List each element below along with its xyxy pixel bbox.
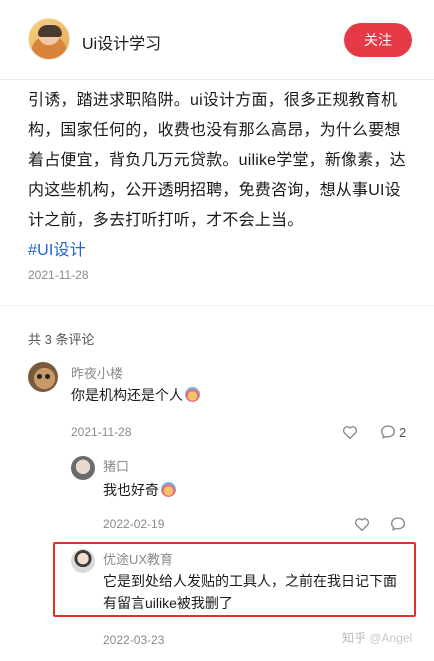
account-name[interactable]: Ui设计学习 — [82, 30, 161, 54]
comment-avatar[interactable] — [71, 549, 95, 573]
reply-count: 2 — [399, 425, 407, 440]
comment-text: 它是到处给人发贴的工具人，之前在我日记下面有留言uilike被我删了 — [103, 573, 397, 611]
hashtag-link[interactable]: #UI设计 — [28, 242, 86, 259]
post-text: 引诱，踏进求职陷阱。ui设计方面，很多正规教育机构，国家任何的，收费也没有那么高… — [28, 92, 406, 229]
comment-author[interactable]: 猪口 — [103, 456, 129, 475]
emoji-icon — [185, 387, 200, 402]
comment-icon[interactable] — [389, 515, 407, 533]
post-header: Ui设计学习 关注 — [0, 0, 434, 80]
watermark: 知乎 @Angel — [342, 629, 412, 646]
comment-author[interactable]: 昨夜小楼 — [71, 363, 123, 382]
comment-text-body: 你是机构还是个人 — [71, 387, 183, 403]
emoji-icon — [161, 482, 176, 497]
comment-date: 2021-11-28 — [71, 425, 132, 439]
heart-icon[interactable] — [341, 423, 359, 441]
comment-text: 你是机构还是个人 — [71, 384, 200, 406]
comment-text: 我也好奇 — [103, 479, 176, 501]
comment-avatar[interactable] — [71, 456, 95, 480]
comment-author[interactable]: 优途UX教育 — [103, 549, 173, 568]
watermark-site: 知乎 — [342, 631, 367, 645]
comment-avatar[interactable] — [28, 362, 58, 392]
comment-count: 共 3 条评论 — [28, 332, 95, 347]
follow-button[interactable]: 关注 — [344, 23, 412, 57]
post-date: 2021-11-28 — [28, 268, 89, 282]
comment-icon[interactable] — [379, 423, 397, 441]
comment-text-body: 我也好奇 — [103, 482, 159, 498]
account-avatar[interactable] — [28, 18, 70, 60]
comment-date: 2022-02-19 — [103, 517, 165, 531]
watermark-user: @Angel — [369, 631, 413, 645]
comment-date: 2022-03-23 — [103, 633, 165, 647]
section-divider — [0, 305, 434, 306]
post-body: 引诱，踏进求职陷阱。ui设计方面，很多正规教育机构，国家任何的，收费也没有那么高… — [28, 86, 412, 266]
heart-icon[interactable] — [353, 515, 371, 533]
